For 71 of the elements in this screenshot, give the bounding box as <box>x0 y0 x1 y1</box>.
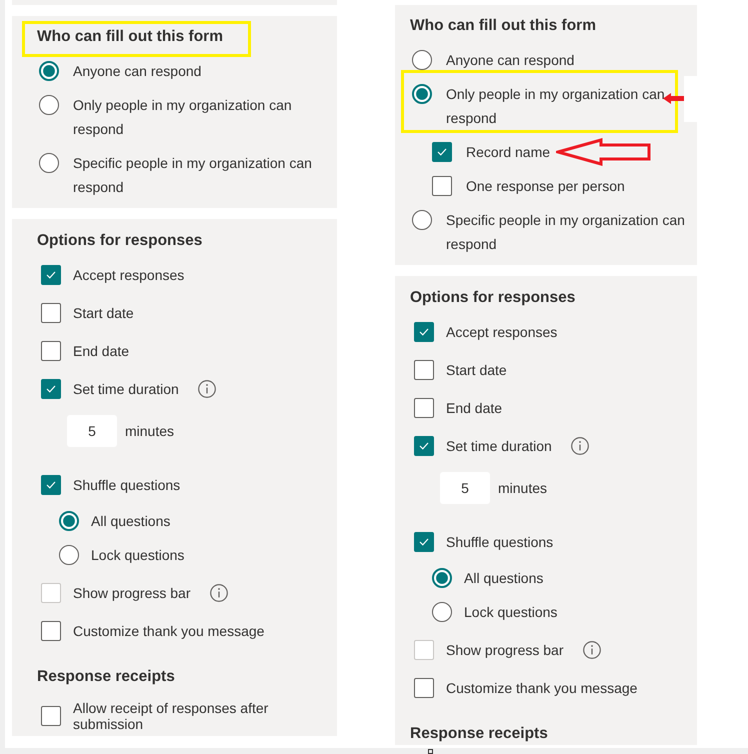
option-label[interactable]: All questions <box>464 566 544 590</box>
checkbox-label[interactable]: Set time duration <box>446 434 552 458</box>
option-label[interactable]: Anyone can respond <box>446 48 574 72</box>
checkbox-label[interactable]: Customize thank you message <box>446 676 638 700</box>
checkbox-label[interactable]: Allow receipt of responses after submission <box>73 700 329 732</box>
checkbox-label[interactable]: Start date <box>446 358 507 382</box>
radio-button[interactable] <box>59 545 79 565</box>
radio-button[interactable] <box>412 50 432 70</box>
info-icon[interactable] <box>570 437 589 455</box>
option-label[interactable]: Specific people in my organization can respond <box>73 151 329 199</box>
checkbox[interactable] <box>41 265 61 285</box>
checkbox-label[interactable]: Start date <box>73 301 134 325</box>
unit-label: minutes <box>498 478 548 498</box>
checkbox-label[interactable]: End date <box>446 396 502 420</box>
check-icon <box>419 328 429 336</box>
checkbox-label[interactable]: Shuffle questions <box>73 473 180 497</box>
radio-button[interactable] <box>412 84 432 104</box>
checkbox[interactable] <box>414 436 434 456</box>
checkbox[interactable] <box>41 621 61 641</box>
checkbox-label[interactable]: Record name <box>466 140 550 164</box>
info-icon[interactable] <box>198 380 216 398</box>
blank-patch <box>684 76 697 122</box>
checkbox-label[interactable]: Accept responses <box>446 320 558 344</box>
check-icon <box>46 385 56 393</box>
checkbox-label[interactable]: Shuffle questions <box>446 530 554 554</box>
checkbox[interactable] <box>414 322 434 342</box>
checkbox[interactable] <box>414 360 434 380</box>
option-label[interactable]: Anyone can respond <box>73 59 202 83</box>
radio-button[interactable] <box>432 568 452 588</box>
check-icon <box>419 538 429 546</box>
option-label[interactable]: Lock questions <box>91 543 184 567</box>
checkbox[interactable] <box>414 532 434 552</box>
radio-button[interactable] <box>412 210 432 230</box>
section-heading: Who can fill out this form <box>410 16 597 36</box>
unit-label: minutes <box>125 422 174 440</box>
section-heading: Options for responses <box>37 231 204 251</box>
checkbox[interactable] <box>432 176 452 196</box>
check-icon <box>46 271 56 279</box>
option-label[interactable]: Specific people in my organization can respond <box>446 208 689 256</box>
checkbox[interactable] <box>41 475 61 495</box>
section-heading: Response receipts <box>410 724 549 744</box>
checkbox[interactable] <box>41 379 61 399</box>
radio-button[interactable] <box>432 602 452 622</box>
option-label[interactable]: All questions <box>91 509 170 533</box>
radio-button[interactable] <box>59 511 79 531</box>
checkbox-label[interactable]: One response per person <box>466 174 625 198</box>
checkbox[interactable] <box>41 341 61 361</box>
check-icon <box>419 442 429 450</box>
checkbox[interactable] <box>414 398 434 418</box>
option-label[interactable]: Only people in my organization can respond <box>73 93 329 141</box>
section-heading: Response receipts <box>37 667 176 687</box>
option-label[interactable]: Lock questions <box>464 600 558 624</box>
checkbox-label[interactable]: End date <box>73 339 130 363</box>
check-icon <box>437 148 447 156</box>
checkbox[interactable] <box>41 706 61 726</box>
section-heading: Who can fill out this form <box>37 27 224 47</box>
checkbox[interactable] <box>432 142 452 162</box>
duration-input[interactable]: 5 <box>67 415 117 447</box>
small-square-icon <box>428 749 433 754</box>
radio-button[interactable] <box>39 61 59 81</box>
check-icon <box>46 481 56 489</box>
radio-button[interactable] <box>39 153 59 173</box>
checkbox-label[interactable]: Set time duration <box>73 377 179 401</box>
checkbox-label[interactable]: Accept responses <box>73 263 184 287</box>
checkbox[interactable] <box>414 678 434 698</box>
section-heading: Options for responses <box>410 288 576 308</box>
checkbox-label[interactable]: Customize thank you message <box>73 619 264 643</box>
checkbox[interactable] <box>41 303 61 323</box>
duration-input[interactable]: 5 <box>440 472 490 504</box>
option-label[interactable]: Only people in my organization can respond <box>446 82 675 130</box>
radio-button[interactable] <box>39 95 59 115</box>
